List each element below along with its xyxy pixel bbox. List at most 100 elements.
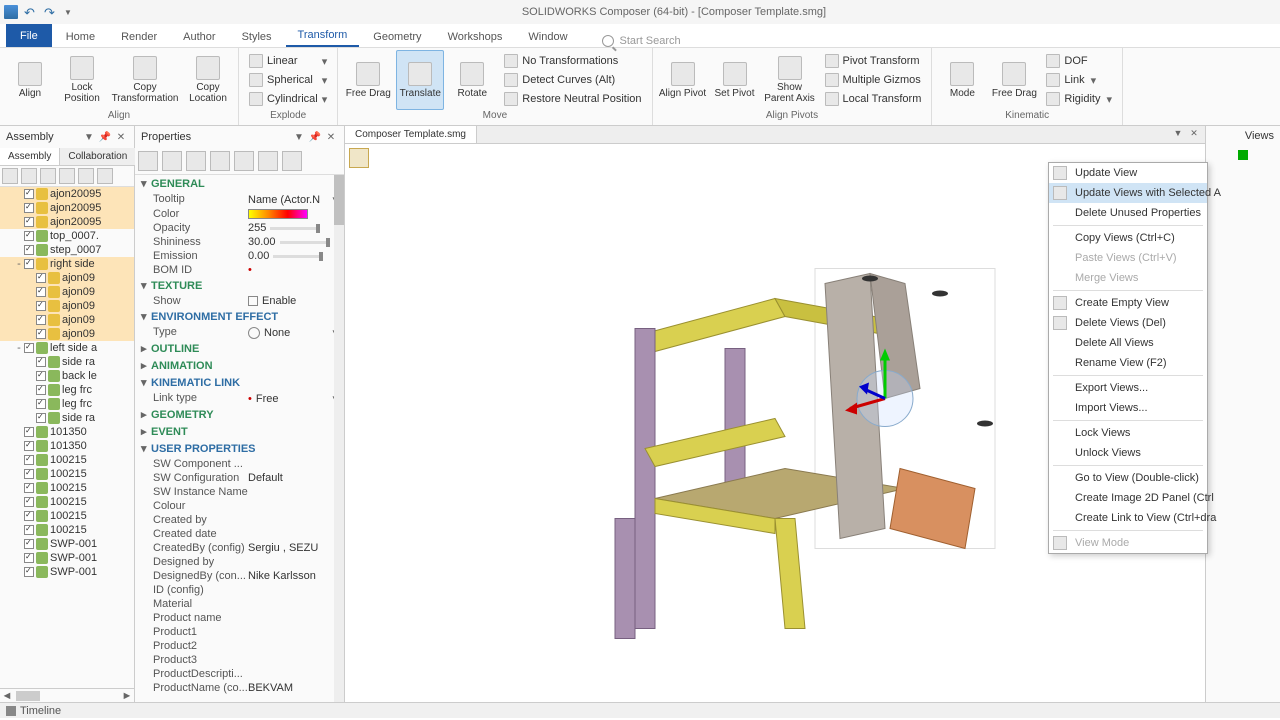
tree-tool-5[interactable] xyxy=(78,168,94,184)
timeline-icon[interactable] xyxy=(6,706,16,716)
copy-transformation-button[interactable]: Copy Transformation xyxy=(110,50,180,110)
sub-tab-collaboration[interactable]: Collaboration xyxy=(60,148,136,165)
tree-tool-4[interactable] xyxy=(59,168,75,184)
property-row[interactable]: Opacity255 xyxy=(135,221,344,235)
props-tool-4[interactable] xyxy=(210,151,230,171)
rotate-button[interactable]: Rotate xyxy=(448,50,496,110)
tab-author[interactable]: Author xyxy=(171,27,227,47)
property-row[interactable]: Link type•Free xyxy=(135,391,344,406)
props-dropdown-icon[interactable]: ▼ xyxy=(292,130,306,144)
tree-item[interactable]: SWP-001 xyxy=(0,537,134,551)
tab-window[interactable]: Window xyxy=(516,27,579,47)
tree-tool-2[interactable] xyxy=(21,168,37,184)
tree-item[interactable]: ajon09 xyxy=(0,299,134,313)
tree-item[interactable]: ajon09 xyxy=(0,313,134,327)
free-drag-kinematic-button[interactable]: Free Drag xyxy=(990,50,1038,110)
tree-item[interactable]: ajon09 xyxy=(0,271,134,285)
show-parent-axis-button[interactable]: Show Parent Axis xyxy=(763,50,817,110)
panel-pin-icon[interactable]: 📌 xyxy=(98,130,112,144)
props-tool-6[interactable] xyxy=(258,151,278,171)
set-pivot-button[interactable]: Set Pivot xyxy=(711,50,759,110)
context-menu-item[interactable]: Lock Views xyxy=(1049,423,1207,443)
tree-item[interactable]: 101350 xyxy=(0,425,134,439)
detect-curves-button[interactable]: Detect Curves (Alt) xyxy=(500,71,645,89)
property-section-header[interactable]: ▸OUTLINE xyxy=(135,340,344,357)
props-pin-icon[interactable]: 📌 xyxy=(308,130,322,144)
local-transform-button[interactable]: Local Transform xyxy=(821,90,926,108)
scroll-right-icon[interactable]: ► xyxy=(120,690,134,702)
tree-item[interactable]: step_0007 xyxy=(0,243,134,257)
tab-file[interactable]: File xyxy=(6,24,52,47)
property-row[interactable]: Material xyxy=(135,597,344,611)
tree-item[interactable]: 100215 xyxy=(0,523,134,537)
props-tool-1[interactable] xyxy=(138,151,158,171)
property-section-header[interactable]: ▸EVENT xyxy=(135,423,344,440)
property-row[interactable]: TypeNone xyxy=(135,325,344,340)
property-section-header[interactable]: ▸ANIMATION xyxy=(135,357,344,374)
cylindrical-button[interactable]: Cylindrical▾ xyxy=(245,90,331,108)
vp-tool-1[interactable] xyxy=(349,148,369,168)
property-row[interactable]: SW ConfigurationDefault xyxy=(135,471,344,485)
context-menu-item[interactable]: Update View xyxy=(1049,163,1207,183)
qat-dropdown-icon[interactable]: ▼ xyxy=(64,8,72,17)
context-menu-item[interactable]: Update Views with Selected A xyxy=(1049,183,1207,203)
context-menu-item[interactable]: Delete Views (Del) xyxy=(1049,313,1207,333)
property-row[interactable]: Product3 xyxy=(135,653,344,667)
vp-close-icon[interactable]: ✕ xyxy=(1187,126,1201,140)
props-scrollbar[interactable] xyxy=(334,175,344,702)
tree-item[interactable]: 101350 xyxy=(0,439,134,453)
tab-geometry[interactable]: Geometry xyxy=(361,27,433,47)
property-row[interactable]: Product2 xyxy=(135,639,344,653)
lock-position-button[interactable]: Lock Position xyxy=(58,50,106,110)
property-section-header[interactable]: ▸GEOMETRY xyxy=(135,406,344,423)
context-menu-item[interactable]: Rename View (F2) xyxy=(1049,353,1207,373)
tab-styles[interactable]: Styles xyxy=(230,27,284,47)
tab-render[interactable]: Render xyxy=(109,27,169,47)
tree-item[interactable]: ajon20095 xyxy=(0,201,134,215)
undo-icon[interactable] xyxy=(24,5,38,19)
dof-button[interactable]: DOF xyxy=(1042,52,1116,70)
property-section-header[interactable]: ▾GENERAL xyxy=(135,175,344,192)
tree-item[interactable]: side ra xyxy=(0,411,134,425)
context-menu-item[interactable]: Delete Unused Properties xyxy=(1049,203,1207,223)
property-row[interactable]: Colour xyxy=(135,499,344,513)
property-row[interactable]: BOM ID• xyxy=(135,263,344,277)
property-row[interactable]: ProductName (co...BEKVAM xyxy=(135,681,344,695)
tree-h-scrollbar[interactable]: ◄ ► xyxy=(0,688,134,702)
tree-item[interactable]: 100215 xyxy=(0,495,134,509)
property-row[interactable]: ID (config) xyxy=(135,583,344,597)
pivot-transform-button[interactable]: Pivot Transform xyxy=(821,52,926,70)
search-box[interactable]: Start Search xyxy=(602,35,681,47)
property-row[interactable]: TooltipName (Actor.N xyxy=(135,192,344,207)
tab-home[interactable]: Home xyxy=(54,27,107,47)
props-tool-2[interactable] xyxy=(162,151,182,171)
property-row[interactable]: Shininess30.00 xyxy=(135,235,344,249)
spherical-button[interactable]: Spherical▾ xyxy=(245,71,331,89)
props-tool-7[interactable] xyxy=(282,151,302,171)
property-row[interactable]: SW Component ... xyxy=(135,457,344,471)
props-close-icon[interactable]: ✕ xyxy=(324,130,338,144)
free-drag-button[interactable]: Free Drag xyxy=(344,50,392,110)
tree-item[interactable]: side ra xyxy=(0,355,134,369)
tree-item[interactable]: 100215 xyxy=(0,453,134,467)
tree-item[interactable]: ajon09 xyxy=(0,285,134,299)
property-section-header[interactable]: ▾ENVIRONMENT EFFECT xyxy=(135,308,344,325)
property-row[interactable]: ShowEnable xyxy=(135,294,344,308)
tree-item[interactable]: 100215 xyxy=(0,467,134,481)
tree-item[interactable]: leg frc xyxy=(0,383,134,397)
no-transformations-button[interactable]: No Transformations xyxy=(500,52,645,70)
assembly-tree[interactable]: ajon20095ajon20095ajon20095top_0007.step… xyxy=(0,187,134,688)
tree-item[interactable]: -right side xyxy=(0,257,134,271)
tree-item[interactable]: SWP-001 xyxy=(0,551,134,565)
property-row[interactable]: ProductDescripti... xyxy=(135,667,344,681)
tree-item[interactable]: -left side a xyxy=(0,341,134,355)
property-row[interactable]: Created date xyxy=(135,527,344,541)
property-section-header[interactable]: ▾KINEMATIC LINK xyxy=(135,374,344,391)
panel-close-icon[interactable]: ✕ xyxy=(114,130,128,144)
redo-icon[interactable] xyxy=(44,5,58,19)
save-icon[interactable] xyxy=(4,5,18,19)
tab-workshops[interactable]: Workshops xyxy=(436,27,515,47)
tree-item[interactable]: ajon20095 xyxy=(0,215,134,229)
property-section-header[interactable]: ▾USER PROPERTIES xyxy=(135,440,344,457)
linear-button[interactable]: Linear▾ xyxy=(245,52,331,70)
